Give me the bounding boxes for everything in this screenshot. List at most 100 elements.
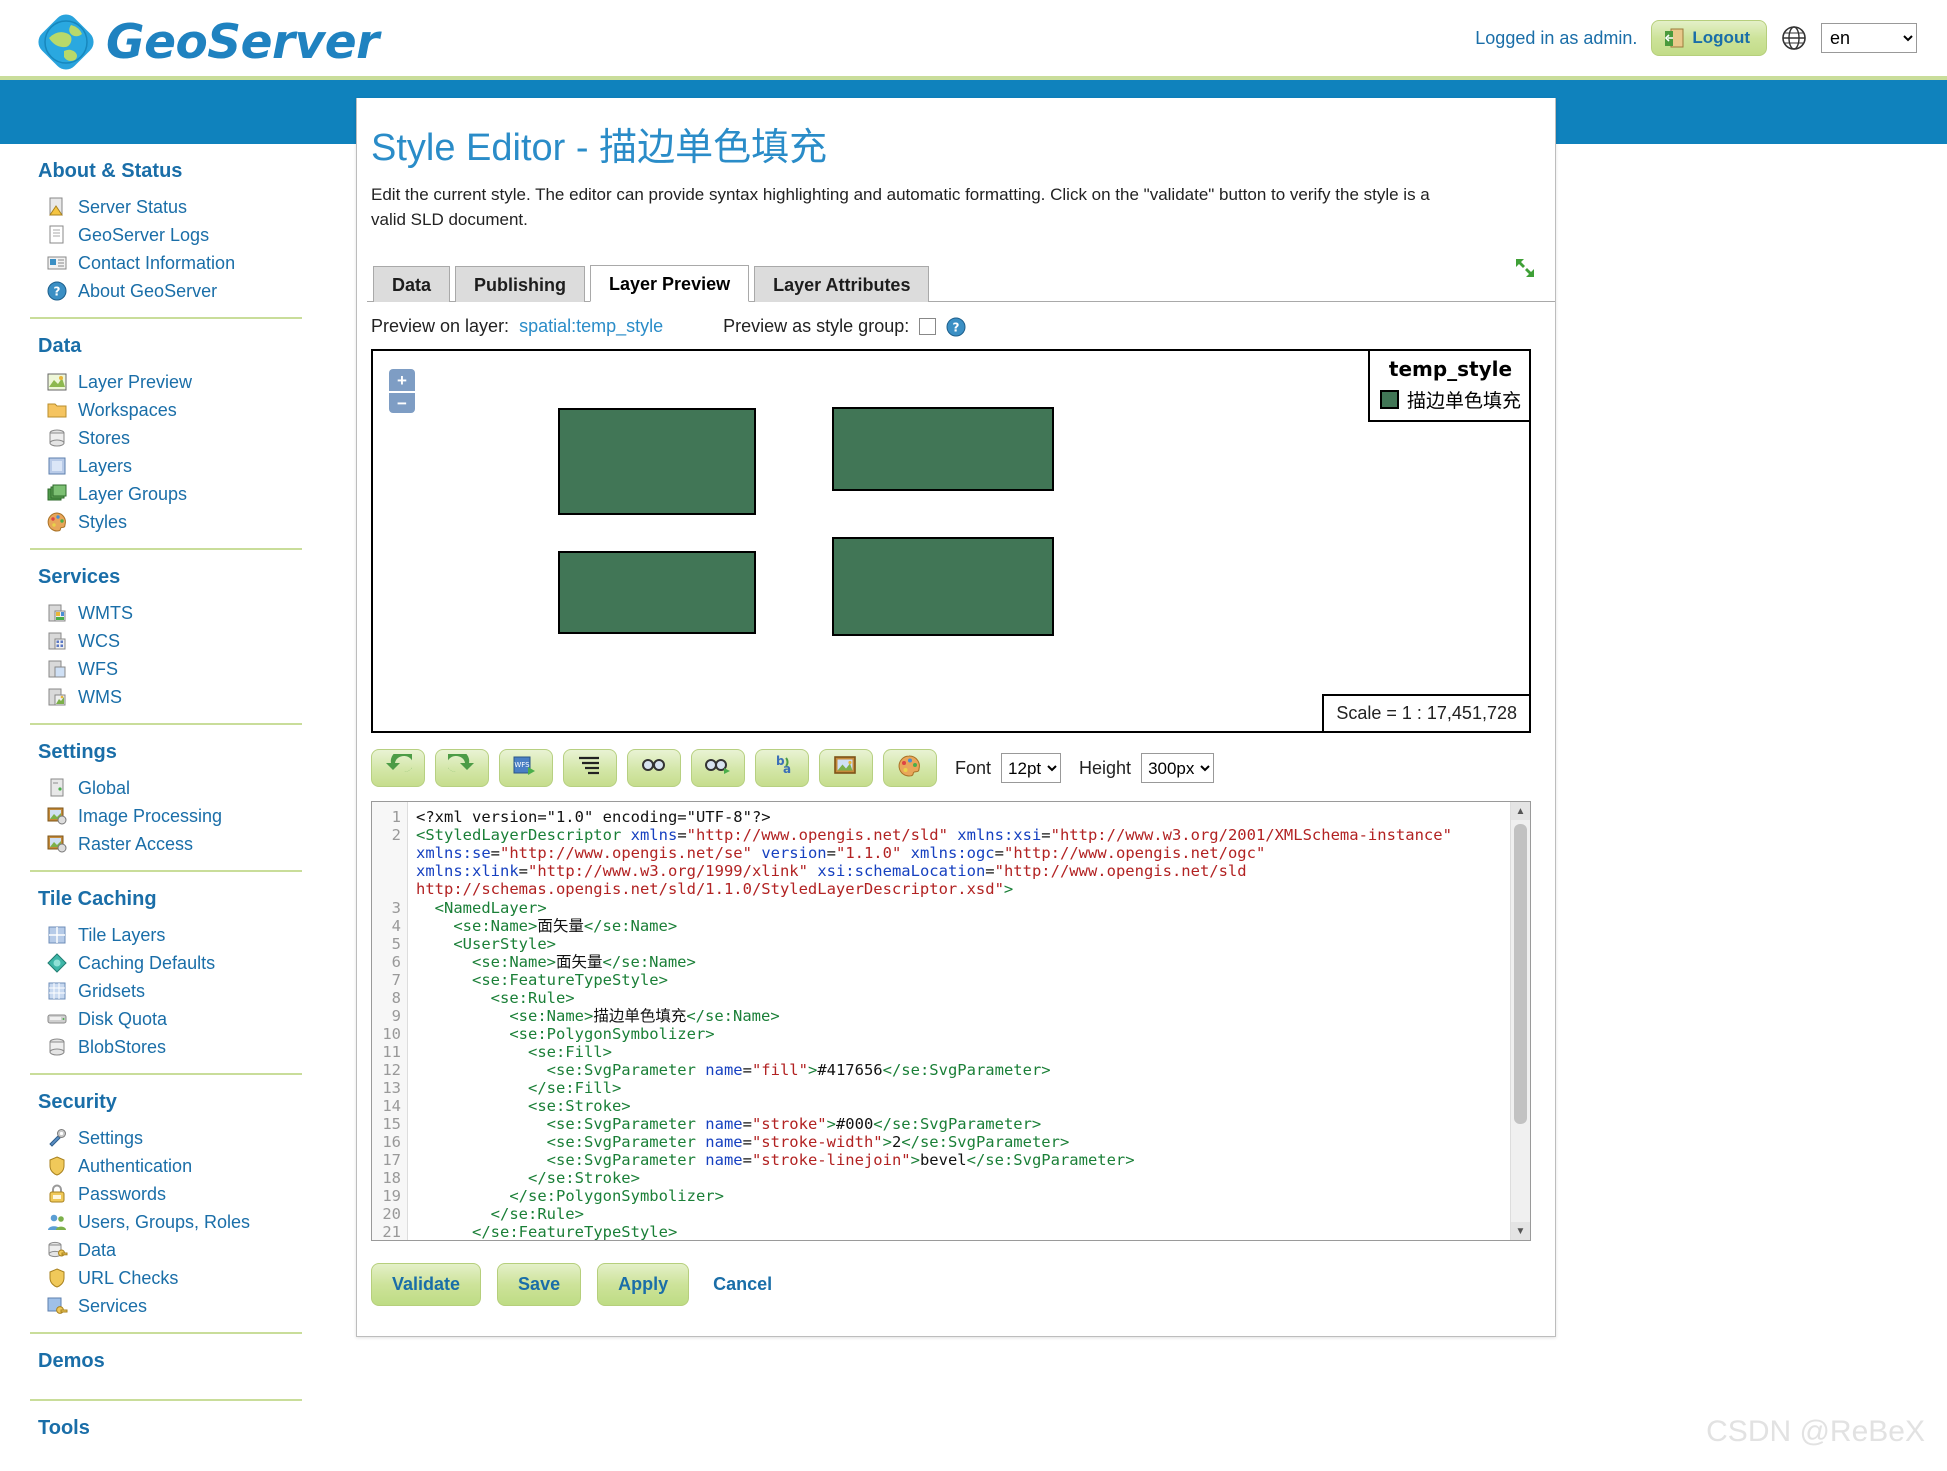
- tab-publishing[interactable]: Publishing: [455, 266, 586, 303]
- code-token: =: [985, 862, 995, 881]
- sidebar-item-url-checks[interactable]: URL Checks: [0, 1264, 340, 1292]
- cancel-link[interactable]: Cancel: [705, 1274, 772, 1295]
- sidebar-item-layer-groups[interactable]: Layer Groups: [0, 480, 340, 508]
- code-token: #000: [835, 1115, 874, 1134]
- code-line: <StyledLayerDescriptor xmlns="http://www…: [416, 826, 1530, 898]
- apply-button[interactable]: Apply: [597, 1263, 690, 1307]
- code-line: <se:FeatureTypeStyle>: [416, 971, 1530, 989]
- sidebar-item-settings[interactable]: Settings: [0, 1124, 340, 1152]
- sidebar-item-label: URL Checks: [78, 1267, 179, 1288]
- toolbar-find-button[interactable]: [627, 749, 681, 788]
- sidebar-item-wfs[interactable]: WFS: [0, 655, 340, 683]
- sidebar-item-contact-information[interactable]: Contact Information: [0, 249, 340, 277]
- line-number: 5: [391, 934, 401, 953]
- code-token: xmlns:se: [416, 844, 491, 863]
- tab-layer-attributes[interactable]: Layer Attributes: [754, 266, 930, 303]
- sidebar-item-services[interactable]: Services: [0, 1292, 340, 1320]
- font-label: Font: [955, 757, 992, 778]
- sidebar-item-label: About GeoServer: [78, 280, 218, 301]
- scroll-down-arrow-icon[interactable]: ▼: [1511, 1222, 1530, 1241]
- toolbar-replace-button[interactable]: ba: [755, 749, 809, 788]
- sidebar-section-title: Security: [38, 1091, 117, 1113]
- sidebar-item-styles[interactable]: Styles: [0, 508, 340, 536]
- code-line: <se:Name>面矢量</se:Name>: [416, 953, 1530, 971]
- sidebar-item-workspaces[interactable]: Workspaces: [0, 396, 340, 424]
- toolbar-undo-button[interactable]: [371, 749, 425, 788]
- sidebar-item-data[interactable]: Data: [0, 1236, 340, 1264]
- blobstores-icon: [46, 1036, 68, 1058]
- map-polygon: [832, 537, 1054, 637]
- layer-groups-icon: [46, 483, 68, 505]
- code-token: name: [705, 1133, 743, 1152]
- sidebar-section-title: Data: [38, 335, 82, 357]
- code-line: <se:Name>面矢量</se:Name>: [416, 917, 1530, 935]
- sidebar-item-about-geoserver[interactable]: ? About GeoServer: [0, 277, 340, 305]
- editor-height-select[interactable]: 300px: [1141, 753, 1215, 784]
- sidebar-item-stores[interactable]: Stores: [0, 424, 340, 452]
- expand-editor-icon[interactable]: [1513, 256, 1537, 280]
- validate-button[interactable]: Validate: [371, 1263, 482, 1307]
- sidebar-item-global[interactable]: Global: [0, 774, 340, 802]
- zoom-in-button[interactable]: +: [389, 369, 415, 392]
- sidebar-item-gridsets[interactable]: Gridsets: [0, 977, 340, 1005]
- code-token: "fill": [751, 1060, 808, 1079]
- sidebar-item-label: Caching Defaults: [78, 952, 216, 973]
- sidebar-item-label: Workspaces: [78, 399, 177, 420]
- sidebar-item-layers[interactable]: Layers: [0, 452, 340, 480]
- sidebar-item-layer-preview[interactable]: Layer Preview: [0, 368, 340, 396]
- sidebar-item-users-groups-roles[interactable]: Users, Groups, Roles: [0, 1208, 340, 1236]
- code-token: xmlns:ogc: [910, 844, 995, 863]
- sidebar-item-tile-layers[interactable]: Tile Layers: [0, 921, 340, 949]
- style-group-checkbox[interactable]: [919, 318, 937, 336]
- tab-data[interactable]: Data: [373, 266, 451, 303]
- toolbar-insert-wfs-button[interactable]: WFS: [499, 749, 553, 788]
- line-number: 18: [382, 1169, 401, 1188]
- toolbar-format-button[interactable]: [563, 749, 617, 788]
- style-group-label: Preview as style group:: [723, 316, 910, 337]
- brand-logo-link[interactable]: GeoServer: [38, 14, 379, 70]
- sidebar-item-wms[interactable]: WMS: [0, 683, 340, 711]
- svg-text:?: ?: [953, 320, 960, 334]
- editor-scrollbar[interactable]: ▲ ▼: [1510, 802, 1530, 1241]
- toolbar-palette-button[interactable]: [883, 749, 937, 788]
- scroll-up-arrow-icon[interactable]: ▲: [1511, 802, 1530, 821]
- language-select[interactable]: en: [1821, 23, 1917, 53]
- sidebar-item-passwords[interactable]: Passwords: [0, 1180, 340, 1208]
- code-token: 面矢量: [556, 952, 603, 971]
- save-button[interactable]: Save: [497, 1263, 582, 1307]
- code-line: <se:SvgParameter name="stroke-linejoin">…: [416, 1151, 1530, 1169]
- sidebar-item-disk-quota[interactable]: Disk Quota: [0, 1005, 340, 1033]
- logout-button[interactable]: Logout: [1651, 20, 1767, 56]
- toolbar-redo-button[interactable]: [435, 749, 489, 788]
- code-token: <se:Stroke>: [527, 1097, 631, 1116]
- layer-preview-map[interactable]: + − temp_style 描边单色填充 Scale = 1 : 17,451…: [371, 349, 1531, 734]
- sidebar-item-authentication[interactable]: Authentication: [0, 1152, 340, 1180]
- scrollbar-thumb[interactable]: [1514, 824, 1527, 1125]
- sidebar-item-server-status[interactable]: Server Status: [0, 193, 340, 221]
- map-polygon: [558, 408, 756, 516]
- sidebar-item-label: Gridsets: [78, 980, 146, 1001]
- sidebar-item-geoserver-logs[interactable]: GeoServer Logs: [0, 221, 340, 249]
- sidebar-item-blobstores[interactable]: BlobStores: [0, 1033, 340, 1061]
- preview-layer-link[interactable]: spatial:temp_style: [519, 316, 663, 337]
- code-text-area[interactable]: <?xml version="1.0" encoding="UTF-8"?> <S…: [408, 802, 1530, 1240]
- toolbar-find-next-button[interactable]: [691, 749, 745, 788]
- sidebar-item-caching-defaults[interactable]: Caching Defaults: [0, 949, 340, 977]
- sidebar-item-raster-access[interactable]: Raster Access: [0, 830, 340, 858]
- zoom-out-button[interactable]: −: [389, 391, 415, 414]
- sidebar-item-wmts[interactable]: WMTS: [0, 599, 340, 627]
- toolbar-preview-image-button[interactable]: [819, 749, 873, 788]
- gridsets-icon: [46, 980, 68, 1002]
- sidebar-item-image-processing[interactable]: Image Processing: [0, 802, 340, 830]
- font-size-select[interactable]: 12pt: [1001, 753, 1062, 784]
- code-token: </se:Name>: [686, 1006, 780, 1025]
- sidebar-item-wcs[interactable]: WCS: [0, 627, 340, 655]
- sld-code-editor[interactable]: 12345678910111213141516171819202122 <?xm…: [371, 801, 1531, 1242]
- tab-layer-preview[interactable]: Layer Preview: [590, 265, 750, 303]
- code-token: </se:Fill>: [527, 1078, 622, 1097]
- help-circle-icon[interactable]: ?: [946, 317, 966, 337]
